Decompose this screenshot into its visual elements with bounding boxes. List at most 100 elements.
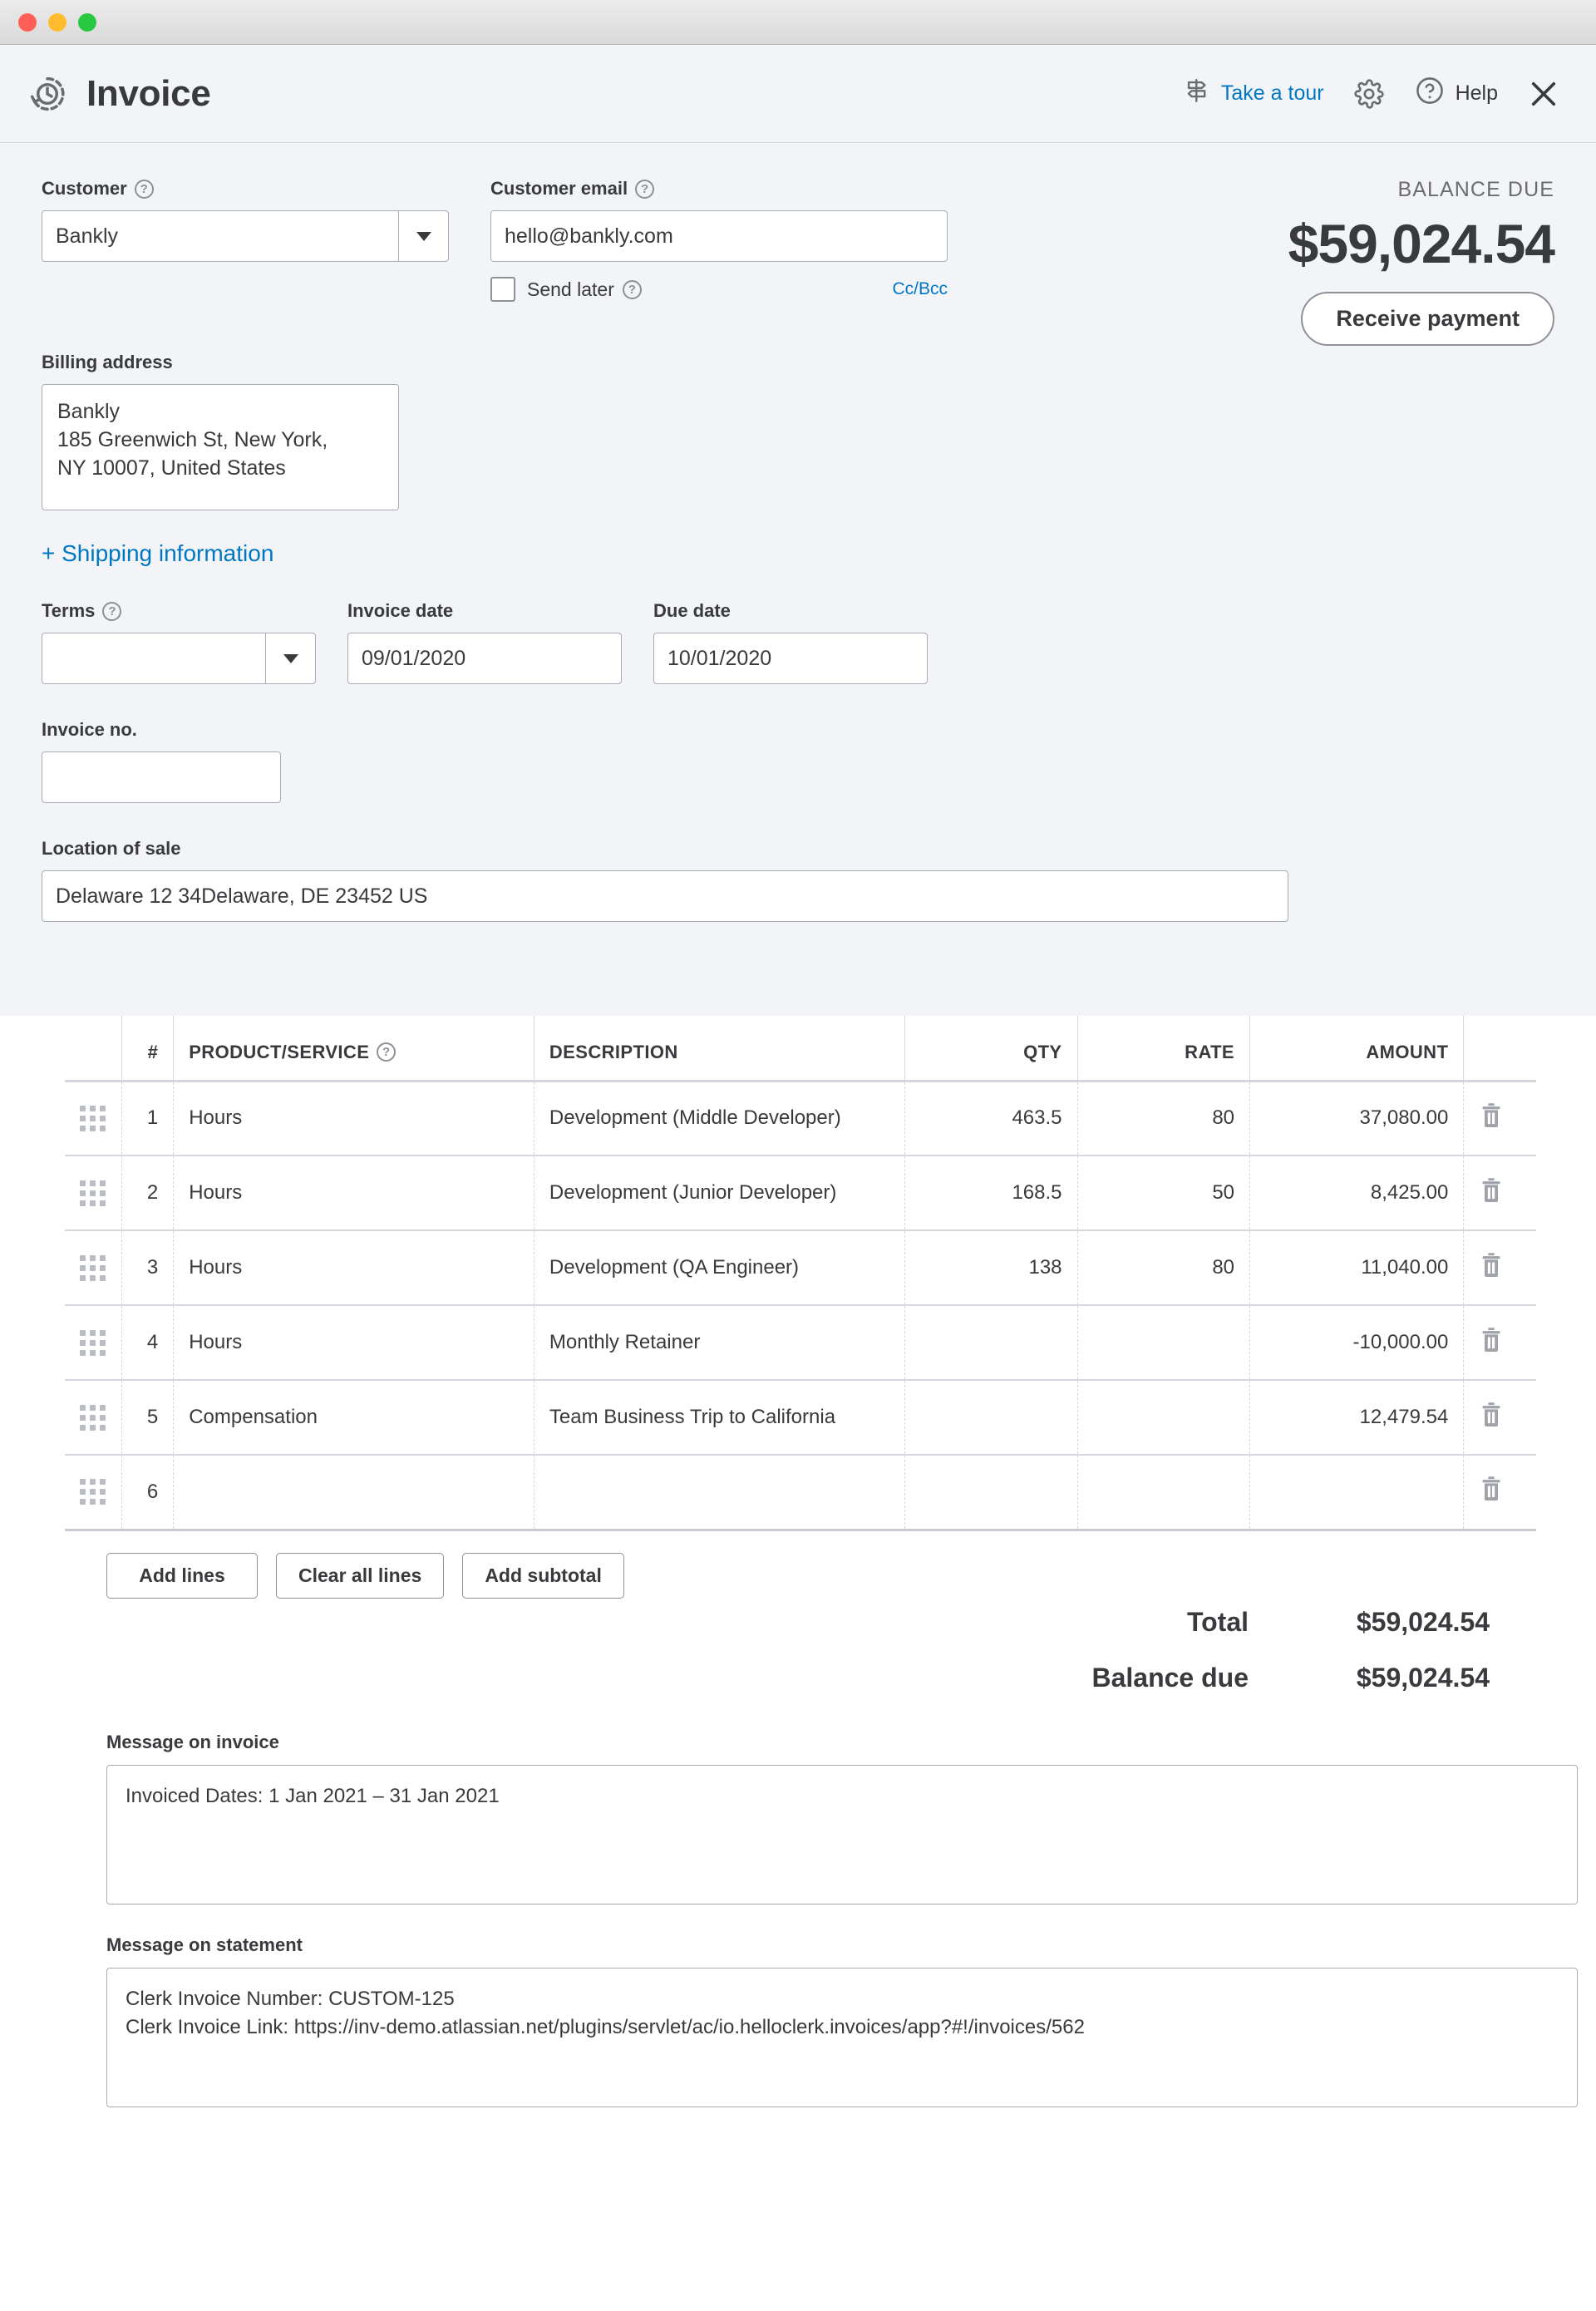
terms-select-value (42, 633, 265, 683)
row-amount[interactable]: 37,080.00 (1249, 1081, 1464, 1156)
invoice-date-label: Invoice date (347, 600, 454, 621)
row-amount[interactable]: 12,479.54 (1249, 1380, 1464, 1456)
due-date-input[interactable]: 10/01/2020 (653, 633, 928, 684)
row-product-service[interactable] (173, 1455, 534, 1531)
traffic-lights (18, 12, 96, 32)
terms-help-icon[interactable]: ? (102, 601, 122, 621)
row-qty[interactable] (904, 1455, 1078, 1531)
invoice-date-field-group: Invoice date 09/01/2020 (347, 600, 622, 684)
row-amount[interactable] (1249, 1455, 1464, 1531)
close-icon[interactable] (1526, 76, 1561, 111)
row-delete-cell[interactable] (1463, 1380, 1536, 1456)
row-delete-cell[interactable] (1463, 1156, 1536, 1231)
row-delete-cell[interactable] (1463, 1230, 1536, 1306)
trash-icon[interactable] (1479, 1252, 1504, 1284)
add-lines-button[interactable]: Add lines (106, 1552, 258, 1599)
cc-bcc-link[interactable]: Cc/Bcc (892, 279, 948, 299)
maximize-window-button[interactable] (78, 12, 96, 32)
send-later-help-icon[interactable]: ? (622, 279, 642, 299)
row-drag-handle-cell[interactable] (65, 1156, 122, 1231)
location-of-sale-input[interactable]: Delaware 12 34Delaware, DE 23452 US (42, 870, 1288, 922)
drag-handle-icon[interactable] (80, 1180, 106, 1206)
table-row: 4 Hours Monthly Retainer -10,000.00 (65, 1305, 1536, 1381)
message-on-invoice-textarea[interactable]: Invoiced Dates: 1 Jan 2021 – 31 Jan 2021 (106, 1764, 1578, 1904)
row-qty[interactable]: 138 (904, 1230, 1078, 1306)
terms-select[interactable] (42, 633, 316, 684)
take-a-tour-button[interactable]: Take a tour (1183, 76, 1324, 111)
drag-handle-icon[interactable] (80, 1329, 106, 1356)
minimize-window-button[interactable] (48, 12, 66, 32)
row-amount[interactable]: 8,425.00 (1249, 1156, 1464, 1231)
row-qty[interactable]: 168.5 (904, 1156, 1078, 1231)
message-on-invoice-group: Message on invoice Invoiced Dates: 1 Jan… (106, 1732, 1578, 1904)
row-drag-handle-cell[interactable] (65, 1380, 122, 1456)
invoice-no-input[interactable] (42, 751, 281, 803)
gear-icon[interactable] (1352, 77, 1386, 111)
trash-icon[interactable] (1479, 1402, 1504, 1434)
row-rate[interactable]: 80 (1076, 1081, 1250, 1156)
row-delete-cell[interactable] (1463, 1455, 1536, 1531)
row-drag-handle-cell[interactable] (65, 1305, 122, 1381)
add-subtotal-button[interactable]: Add subtotal (462, 1552, 624, 1599)
row-qty[interactable] (904, 1305, 1078, 1381)
row-product-service[interactable]: Hours (173, 1081, 534, 1156)
customer-field-group: Customer ? Bankly (42, 178, 449, 262)
clear-all-lines-button[interactable]: Clear all lines (276, 1552, 445, 1599)
drag-handle-icon[interactable] (80, 1479, 106, 1505)
receive-payment-button[interactable]: Receive payment (1301, 292, 1554, 346)
balance-due-row: Balance due $59,024.54 (42, 1663, 1490, 1693)
row-qty[interactable]: 463.5 (904, 1081, 1078, 1156)
row-delete-cell[interactable] (1463, 1081, 1536, 1156)
drag-handle-icon[interactable] (80, 1254, 106, 1281)
customer-email-field-group: Customer email ? hello@bankly.com Send l… (490, 178, 948, 302)
row-qty[interactable] (904, 1380, 1078, 1456)
chevron-down-icon[interactable] (398, 211, 448, 261)
drag-handle-icon[interactable] (80, 1404, 106, 1431)
row-rate[interactable] (1076, 1305, 1250, 1381)
row-description[interactable]: Team Business Trip to California (533, 1380, 905, 1456)
help-button[interactable]: Help (1414, 75, 1498, 112)
row-description[interactable]: Monthly Retainer (533, 1305, 905, 1381)
trash-icon[interactable] (1479, 1476, 1504, 1508)
row-product-service[interactable]: Hours (173, 1305, 534, 1381)
customer-help-icon[interactable]: ? (134, 179, 154, 199)
row-product-service[interactable]: Hours (173, 1230, 534, 1306)
message-on-statement-textarea[interactable]: Clerk Invoice Number: CUSTOM-125 Clerk I… (106, 1967, 1578, 2107)
row-delete-cell[interactable] (1463, 1305, 1536, 1381)
header-qty: QTY (904, 1016, 1078, 1082)
history-clock-icon (27, 73, 68, 115)
shipping-information-link[interactable]: + Shipping information (42, 540, 273, 567)
send-later-row: Send later ? Cc/Bcc (490, 277, 948, 302)
row-drag-handle-cell[interactable] (65, 1081, 122, 1156)
invoice-date-input[interactable]: 09/01/2020 (347, 633, 622, 684)
table-header-row: # PRODUCT/SERVICE ? DESCRIPTION QTY RATE… (65, 1016, 1536, 1082)
row-drag-handle-cell[interactable] (65, 1455, 122, 1531)
row-amount[interactable]: -10,000.00 (1249, 1305, 1464, 1381)
drag-handle-icon[interactable] (80, 1105, 106, 1131)
row-rate[interactable]: 80 (1076, 1230, 1250, 1306)
trash-icon[interactable] (1479, 1177, 1504, 1210)
row-drag-handle-cell[interactable] (65, 1230, 122, 1306)
customer-email-input[interactable]: hello@bankly.com (490, 210, 948, 262)
row-rate[interactable]: 50 (1076, 1156, 1250, 1231)
row-rate[interactable] (1076, 1455, 1250, 1531)
row-description[interactable] (533, 1455, 905, 1531)
row-product-service[interactable]: Hours (173, 1156, 534, 1231)
trash-icon[interactable] (1479, 1327, 1504, 1359)
send-later-checkbox[interactable] (490, 277, 515, 302)
row-product-service[interactable]: Compensation (173, 1380, 534, 1456)
invoice-form-panel: Customer ? Bankly Customer email ? hello… (0, 143, 1596, 1016)
row-amount[interactable]: 11,040.00 (1249, 1230, 1464, 1306)
row-description[interactable]: Development (QA Engineer) (533, 1230, 905, 1306)
invoice-no-field-group: Invoice no. (42, 719, 1554, 803)
billing-address-textarea[interactable]: Bankly 185 Greenwich St, New York, NY 10… (42, 384, 399, 510)
trash-icon[interactable] (1479, 1102, 1504, 1135)
customer-select[interactable]: Bankly (42, 210, 449, 262)
customer-email-help-icon[interactable]: ? (635, 179, 655, 199)
row-rate[interactable] (1076, 1380, 1250, 1456)
close-window-button[interactable] (18, 12, 37, 32)
product-service-help-icon[interactable]: ? (377, 1042, 397, 1062)
row-description[interactable]: Development (Junior Developer) (533, 1156, 905, 1231)
chevron-down-icon[interactable] (265, 633, 315, 683)
row-description[interactable]: Development (Middle Developer) (533, 1081, 905, 1156)
